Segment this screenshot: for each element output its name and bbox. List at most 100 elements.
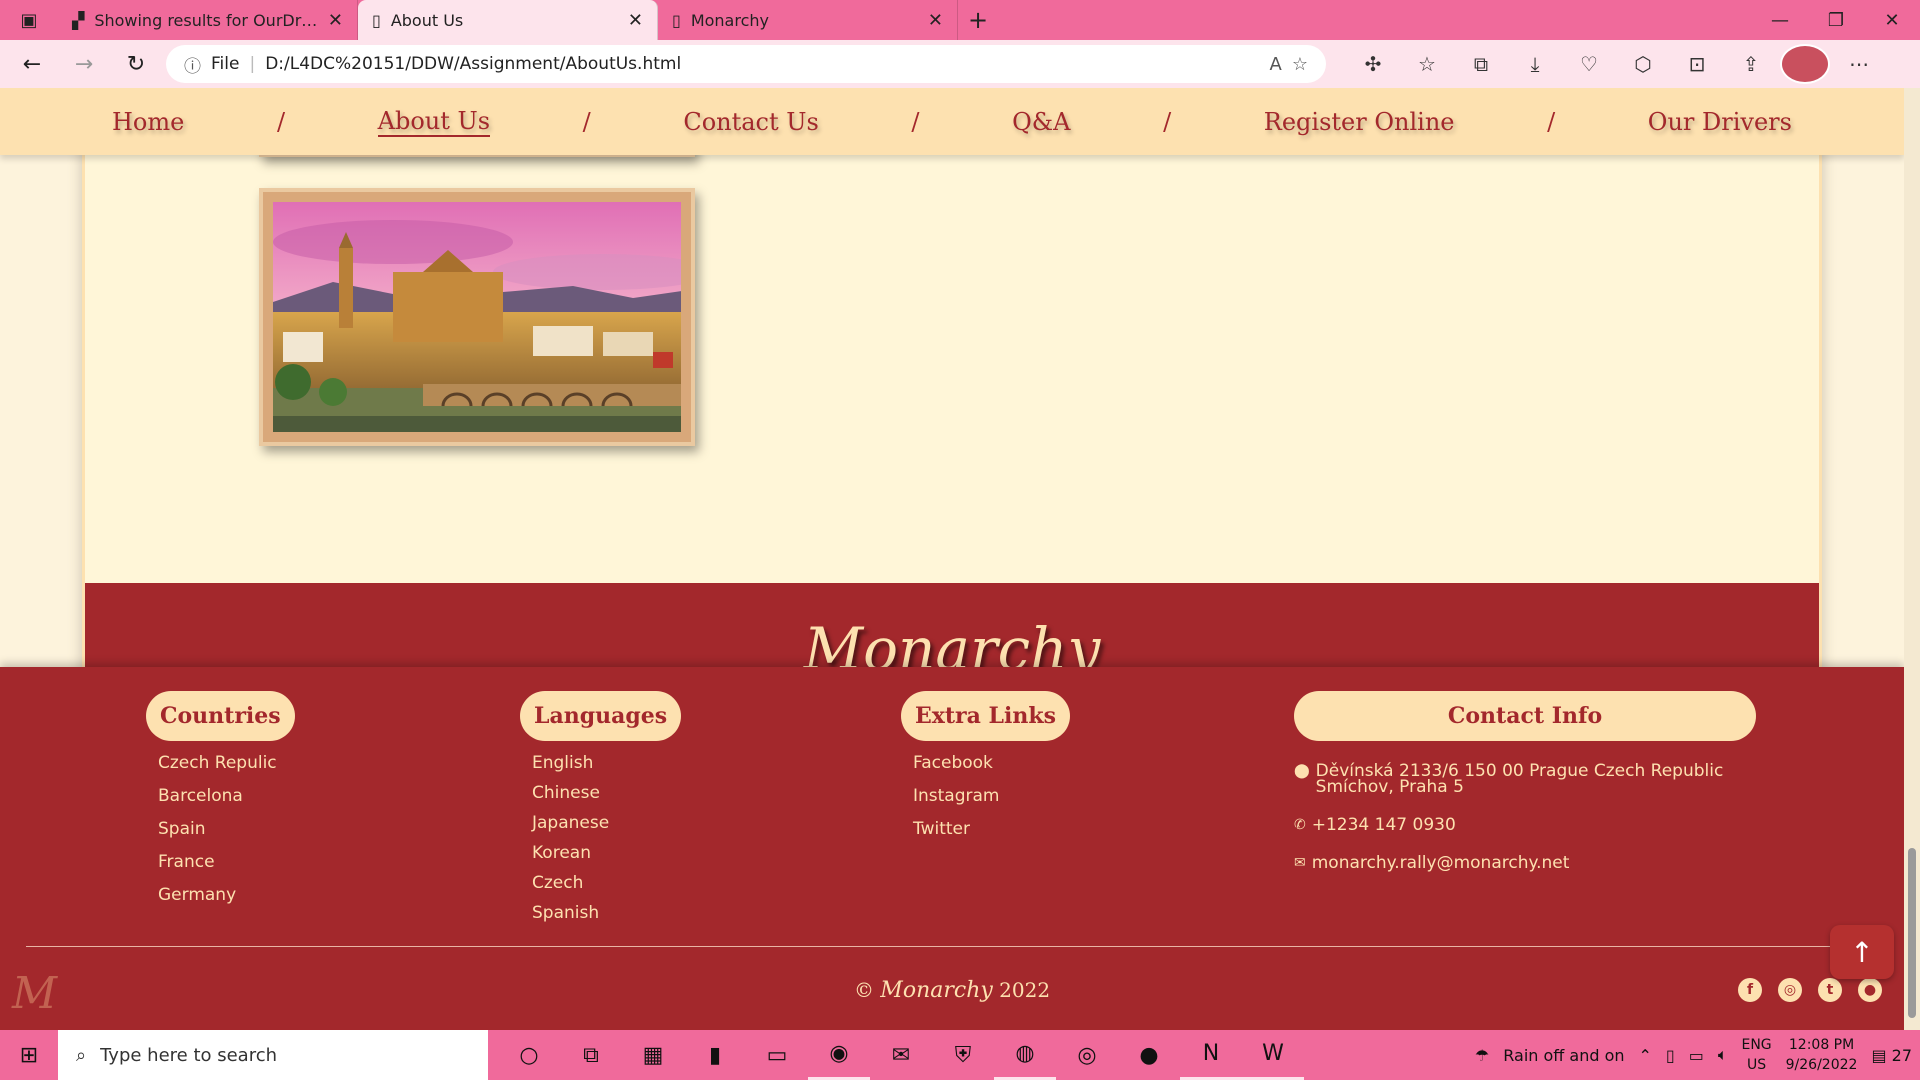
profile-avatar[interactable]	[1780, 44, 1830, 84]
language-link[interactable]: Czech	[532, 873, 681, 893]
language-link[interactable]: Chinese	[532, 783, 681, 803]
read-aloud-icon[interactable]: A	[1270, 54, 1282, 75]
back-to-top-button[interactable]: ↑	[1830, 925, 1894, 979]
tradingview-icon[interactable]: ▮	[684, 1030, 746, 1080]
restore-icon[interactable]: ❐	[1808, 0, 1864, 40]
weather-icon[interactable]: ☂	[1475, 1046, 1489, 1065]
performance-icon[interactable]: ♡	[1564, 44, 1614, 84]
close-window-icon[interactable]: ✕	[1864, 0, 1920, 40]
footer-extra-links: Extra Links Facebook Instagram Twitter	[901, 691, 1071, 852]
mail-icon[interactable]: ✉	[870, 1030, 932, 1080]
battery-icon[interactable]: ▭	[1689, 1046, 1704, 1065]
firefox-icon[interactable]: ◍	[994, 1030, 1056, 1080]
collections-icon[interactable]: ⧉	[1456, 44, 1506, 84]
browser-essentials-icon[interactable]: ⬡	[1618, 44, 1668, 84]
address-url[interactable]: D:/L4DC%20151/DDW/Assignment/AboutUs.htm…	[265, 54, 1259, 74]
downloads-icon[interactable]: ⤓	[1510, 44, 1560, 84]
contact-email: ✉ monarchy.rally@monarchy.net	[1294, 855, 1756, 872]
tab-monarchy[interactable]: ▯ Monarchy ✕	[658, 0, 958, 40]
country-link[interactable]: Czech Repulic	[158, 753, 295, 773]
lang-bottom: US	[1746, 1057, 1767, 1073]
instagram-link[interactable]: Instagram	[913, 786, 1070, 806]
file-explorer-icon[interactable]: ▭	[746, 1030, 808, 1080]
nav-separator: /	[582, 107, 591, 136]
nav-qa[interactable]: Q&A	[1012, 108, 1070, 136]
facebook-link[interactable]: Facebook	[913, 753, 1070, 773]
edge-icon[interactable]: ◉	[808, 1030, 870, 1080]
twitter-link[interactable]: Twitter	[913, 819, 1070, 839]
country-link[interactable]: Barcelona	[158, 786, 295, 806]
word-icon[interactable]: W	[1242, 1030, 1304, 1080]
tab-close-icon[interactable]: ✕	[328, 10, 343, 31]
favorite-add-icon[interactable]: ☆	[1292, 54, 1308, 75]
info-icon[interactable]: ⓘ	[184, 52, 201, 77]
store-icon[interactable]: ▦	[622, 1030, 684, 1080]
screenshot-icon[interactable]: ⊡	[1672, 44, 1722, 84]
nav-register-online[interactable]: Register Online	[1264, 108, 1455, 136]
chrome-icon[interactable]: ◎	[1056, 1030, 1118, 1080]
country-link[interactable]: Germany	[158, 885, 295, 905]
nav-our-drivers[interactable]: Our Drivers	[1648, 108, 1792, 136]
contact-address: ⬤ Děvínská 2133/6 150 00 Prague Czech Re…	[1294, 763, 1756, 796]
search-icon: ⌕	[76, 1044, 87, 1066]
tab-showing-results[interactable]: ▞ Showing results for OurDrivers.h ✕	[58, 0, 358, 40]
chevron-up-icon[interactable]: ⌃	[1639, 1046, 1652, 1065]
twitter-icon[interactable]: t	[1818, 978, 1842, 1002]
windows-start-icon[interactable]: ⊞	[0, 1030, 58, 1080]
spotify-icon[interactable]: ●	[1118, 1030, 1180, 1080]
tab-title: Monarchy	[690, 10, 769, 30]
more-menu-icon[interactable]: ⋯	[1834, 44, 1884, 84]
copyright: © Monarchy 2022	[0, 978, 1904, 1003]
share-icon[interactable]: ⇪	[1726, 44, 1776, 84]
notifications-icon[interactable]: ▤ 27	[1871, 1046, 1912, 1065]
country-link[interactable]: Spain	[158, 819, 295, 839]
back-icon[interactable]: ←	[10, 44, 54, 84]
email-address[interactable]: monarchy.rally@monarchy.net	[1312, 855, 1570, 872]
minimize-icon[interactable]: —	[1752, 0, 1808, 40]
task-view-icon[interactable]: ⧉	[560, 1030, 622, 1080]
clock[interactable]: 12:08 PM 9/26/2022	[1786, 1035, 1858, 1075]
footer-contact: Contact Info ⬤ Děvínská 2133/6 150 00 Pr…	[1294, 691, 1756, 872]
copyright-year: 2022	[999, 978, 1051, 1002]
instagram-icon[interactable]: ◎	[1778, 978, 1802, 1002]
nav-about-us[interactable]: About Us	[377, 107, 491, 137]
onenote-icon[interactable]: N	[1180, 1030, 1242, 1080]
tab-close-icon[interactable]: ✕	[628, 10, 643, 31]
forward-icon[interactable]: →	[62, 44, 106, 84]
weather-text[interactable]: Rain off and on	[1503, 1046, 1624, 1065]
extensions-icon[interactable]: ✣	[1348, 44, 1398, 84]
windows-taskbar: ⊞ ⌕ Type here to search ○ ⧉ ▦ ▮ ▭ ◉ ✉ ⛨ …	[0, 1030, 1920, 1080]
tab-actions-icon[interactable]: ▣	[0, 0, 58, 40]
language-link[interactable]: Spanish	[532, 903, 681, 923]
system-tray: ☂ Rain off and on ⌃ ▯ ▭ 🔈︎ ENG US 12:08 …	[1475, 1035, 1920, 1075]
nav-contact-us[interactable]: Contact Us	[683, 108, 818, 136]
language-link[interactable]: Japanese	[532, 813, 681, 833]
new-tab-icon[interactable]: +	[958, 0, 998, 40]
arrow-up-icon: ↑	[1850, 935, 1874, 969]
nav-home[interactable]: Home	[112, 108, 184, 136]
browser-tabbar: ▣ ▞ Showing results for OurDrivers.h ✕ ▯…	[0, 0, 1920, 40]
lang-top: ENG	[1741, 1037, 1772, 1053]
refresh-icon[interactable]: ↻	[114, 44, 158, 84]
cortana-icon[interactable]: ○	[498, 1030, 560, 1080]
facebook-icon[interactable]: f	[1738, 978, 1762, 1002]
user-icon[interactable]: ●	[1858, 978, 1882, 1002]
address-bar[interactable]: ⓘ File | D:/L4DC%20151/DDW/Assignment/Ab…	[166, 45, 1326, 83]
country-link[interactable]: France	[158, 852, 295, 872]
tab-favicon-icon: ▞	[72, 10, 85, 30]
favorites-icon[interactable]: ☆	[1402, 44, 1452, 84]
language-indicator[interactable]: ENG US	[1741, 1035, 1771, 1075]
taskbar-search[interactable]: ⌕ Type here to search	[58, 1030, 488, 1080]
language-link[interactable]: English	[532, 753, 681, 773]
device-icon[interactable]: ▯	[1666, 1046, 1675, 1065]
page-scrollbar[interactable]	[1904, 88, 1920, 1030]
phone-number[interactable]: +1234 147 0930	[1312, 817, 1456, 834]
nav-separator: /	[276, 107, 286, 136]
location-pin-icon: ⬤	[1294, 763, 1310, 779]
volume-icon[interactable]: 🔈︎	[1718, 1045, 1728, 1065]
tab-close-icon[interactable]: ✕	[928, 10, 943, 31]
language-link[interactable]: Korean	[532, 843, 681, 863]
tab-about-us[interactable]: ▯ About Us ✕	[358, 0, 658, 40]
scrollbar-thumb[interactable]	[1908, 848, 1916, 1018]
security-icon[interactable]: ⛨	[932, 1030, 994, 1080]
